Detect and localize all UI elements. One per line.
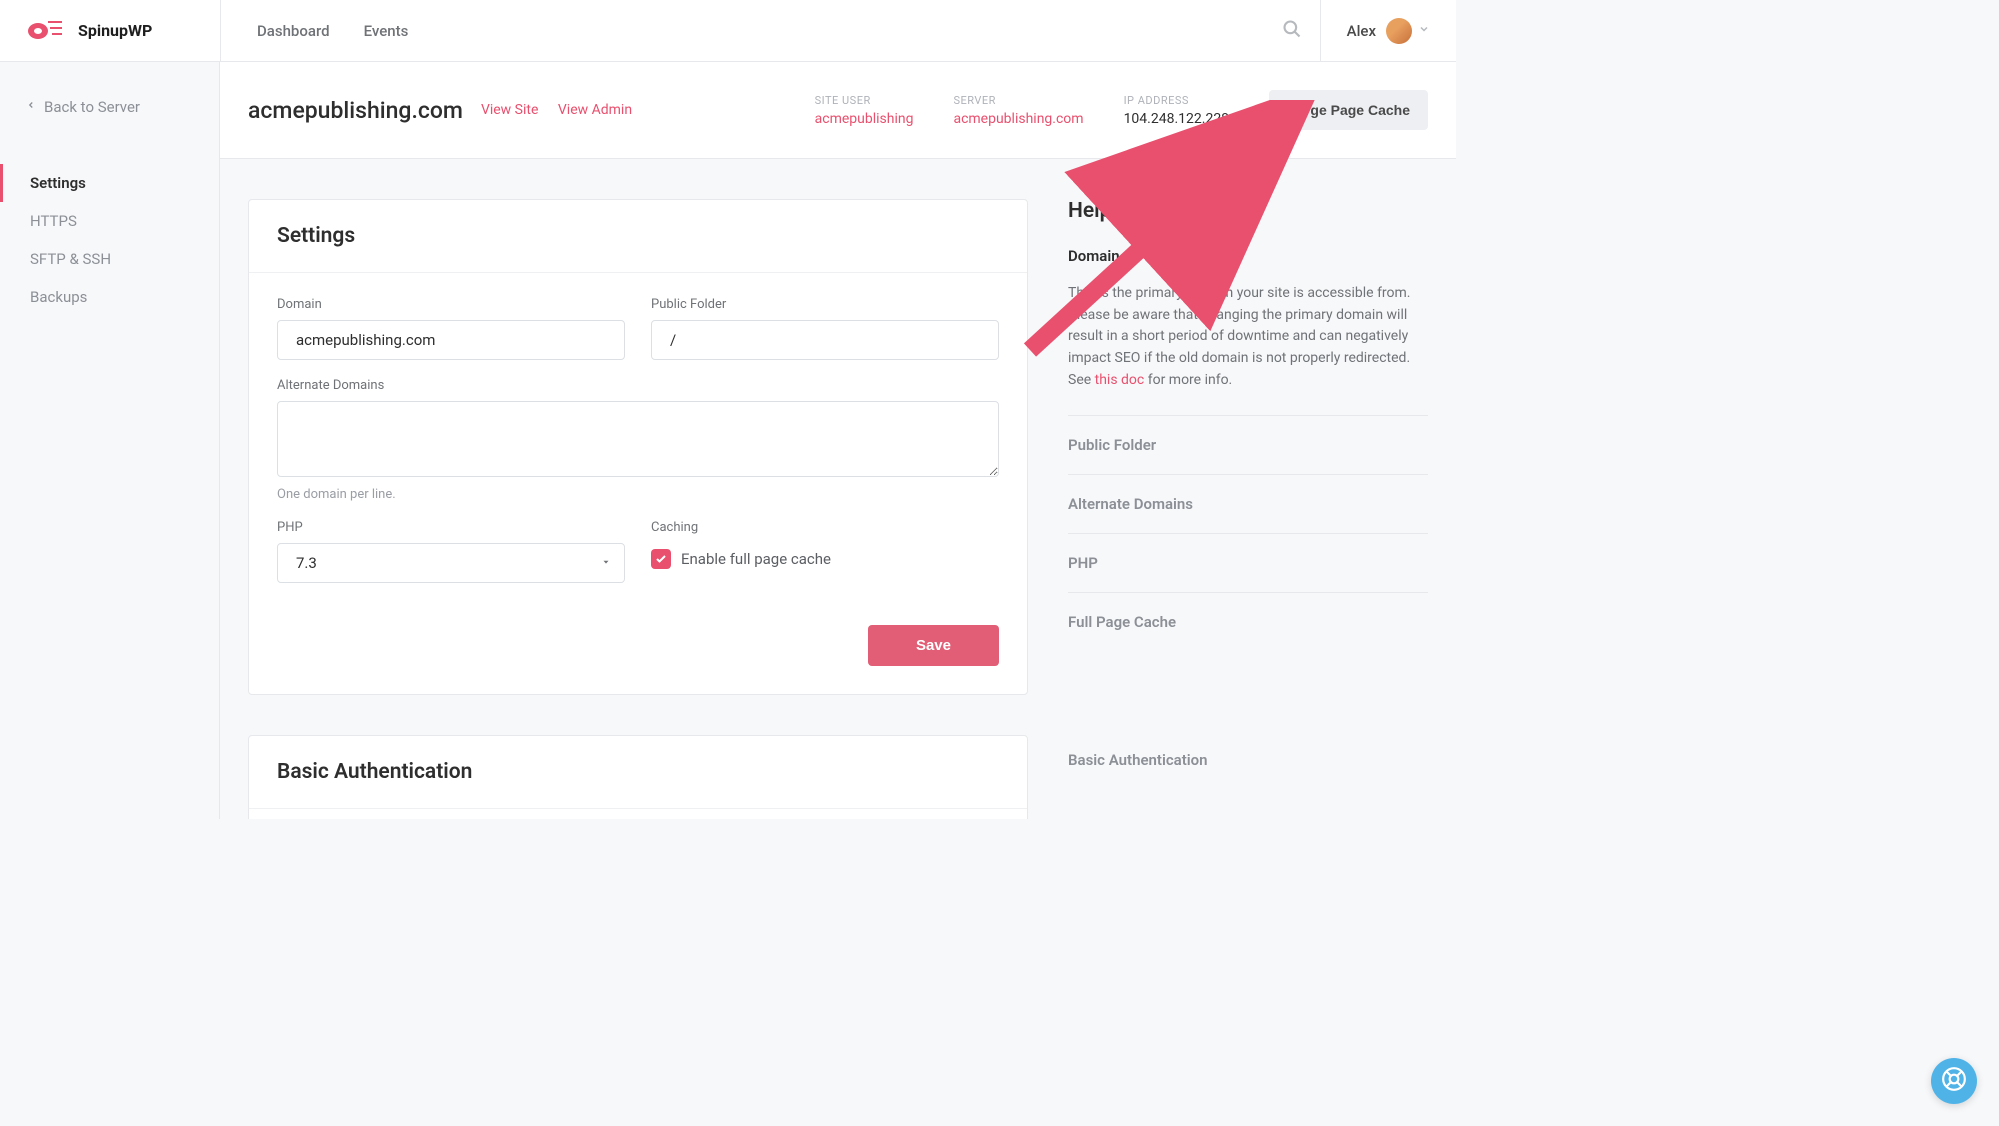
- purge-cache-button[interactable]: Purge Page Cache: [1269, 90, 1428, 130]
- ip-value: 104.248.122.228: [1124, 111, 1230, 127]
- site-links: View Site View Admin: [481, 102, 648, 118]
- hint-basic-auth[interactable]: Basic Authentication: [1068, 731, 1428, 789]
- search-icon: [1282, 19, 1302, 43]
- hint-domain-title: Domain: [1068, 247, 1428, 265]
- logo[interactable]: SpinupWP: [0, 17, 220, 45]
- sidebar: Back to Server Settings HTTPS SFTP & SSH…: [0, 62, 220, 819]
- domain-input[interactable]: [277, 320, 625, 360]
- alt-domains-hint: One domain per line.: [277, 487, 999, 502]
- search-button[interactable]: [1264, 19, 1320, 43]
- hint-full-page-cache[interactable]: Full Page Cache: [1068, 592, 1428, 651]
- meta-label: IP ADDRESS: [1124, 94, 1230, 107]
- user-name: Alex: [1347, 22, 1376, 40]
- site-meta: SITE USER acmepublishing SERVER acmepubl…: [815, 90, 1428, 130]
- chevron-left-icon: [26, 98, 36, 116]
- back-label: Back to Server: [44, 98, 140, 116]
- meta-label: SERVER: [953, 94, 1083, 107]
- hint-domain-text: This is the primary domain your site is …: [1068, 283, 1428, 391]
- hints-title: Helpful Hints: [1068, 199, 1428, 223]
- basic-auth-card: Basic Authentication Enable basic authen…: [248, 735, 1028, 819]
- view-site-link[interactable]: View Site: [481, 102, 538, 118]
- sidemenu-sftp-ssh[interactable]: SFTP & SSH: [0, 240, 219, 278]
- site-title: acmepublishing.com: [248, 97, 463, 124]
- caching-label: Caching: [651, 520, 999, 535]
- php-select[interactable]: 7.3: [277, 543, 625, 583]
- nav-events[interactable]: Events: [364, 22, 409, 40]
- helpful-hints: Helpful Hints Domain This is the primary…: [1068, 199, 1428, 819]
- topbar: SpinupWP Dashboard Events Alex: [0, 0, 1456, 62]
- save-button[interactable]: Save: [868, 625, 999, 666]
- settings-card: Settings Domain Public Folder: [248, 199, 1028, 695]
- alt-domains-label: Alternate Domains: [277, 378, 999, 393]
- user-menu[interactable]: Alex: [1320, 0, 1456, 61]
- hint-public-folder[interactable]: Public Folder: [1068, 415, 1428, 474]
- card-title: Basic Authentication: [249, 736, 1027, 809]
- meta-label: SITE USER: [815, 94, 914, 107]
- domain-label: Domain: [277, 297, 625, 312]
- card-title: Settings: [249, 200, 1027, 273]
- top-right: Alex: [1264, 0, 1456, 61]
- server-link[interactable]: acmepublishing.com: [953, 111, 1083, 127]
- sidemenu-backups[interactable]: Backups: [0, 278, 219, 316]
- meta-ip: IP ADDRESS 104.248.122.228: [1124, 94, 1230, 127]
- hint-doc-link[interactable]: this doc: [1095, 372, 1145, 388]
- site-user-link[interactable]: acmepublishing: [815, 111, 914, 127]
- caching-checkbox[interactable]: [651, 549, 671, 569]
- logo-icon: [26, 17, 68, 45]
- help-button[interactable]: [1931, 1058, 1977, 1104]
- public-folder-input[interactable]: [651, 320, 999, 360]
- php-label: PHP: [277, 520, 625, 535]
- avatar: [1386, 18, 1412, 44]
- back-to-server[interactable]: Back to Server: [0, 98, 219, 116]
- view-admin-link[interactable]: View Admin: [558, 102, 632, 118]
- caching-checkbox-label: Enable full page cache: [681, 550, 831, 568]
- hint-php[interactable]: PHP: [1068, 533, 1428, 592]
- meta-site-user: SITE USER acmepublishing: [815, 94, 914, 127]
- top-nav: Dashboard Events: [220, 0, 1264, 61]
- side-menu: Settings HTTPS SFTP & SSH Backups: [0, 164, 219, 316]
- chevron-down-icon: [1418, 23, 1430, 39]
- site-header: acmepublishing.com View Site View Admin …: [220, 62, 1456, 159]
- meta-server: SERVER acmepublishing.com: [953, 94, 1083, 127]
- lifebuoy-icon: [1941, 1066, 1967, 1096]
- sidemenu-settings[interactable]: Settings: [0, 164, 219, 202]
- sidemenu-https[interactable]: HTTPS: [0, 202, 219, 240]
- logo-text: SpinupWP: [78, 21, 152, 40]
- alt-domains-textarea[interactable]: [277, 401, 999, 477]
- public-folder-label: Public Folder: [651, 297, 999, 312]
- nav-dashboard[interactable]: Dashboard: [257, 22, 330, 40]
- hint-alt-domains[interactable]: Alternate Domains: [1068, 474, 1428, 533]
- main-content: acmepublishing.com View Site View Admin …: [220, 62, 1456, 819]
